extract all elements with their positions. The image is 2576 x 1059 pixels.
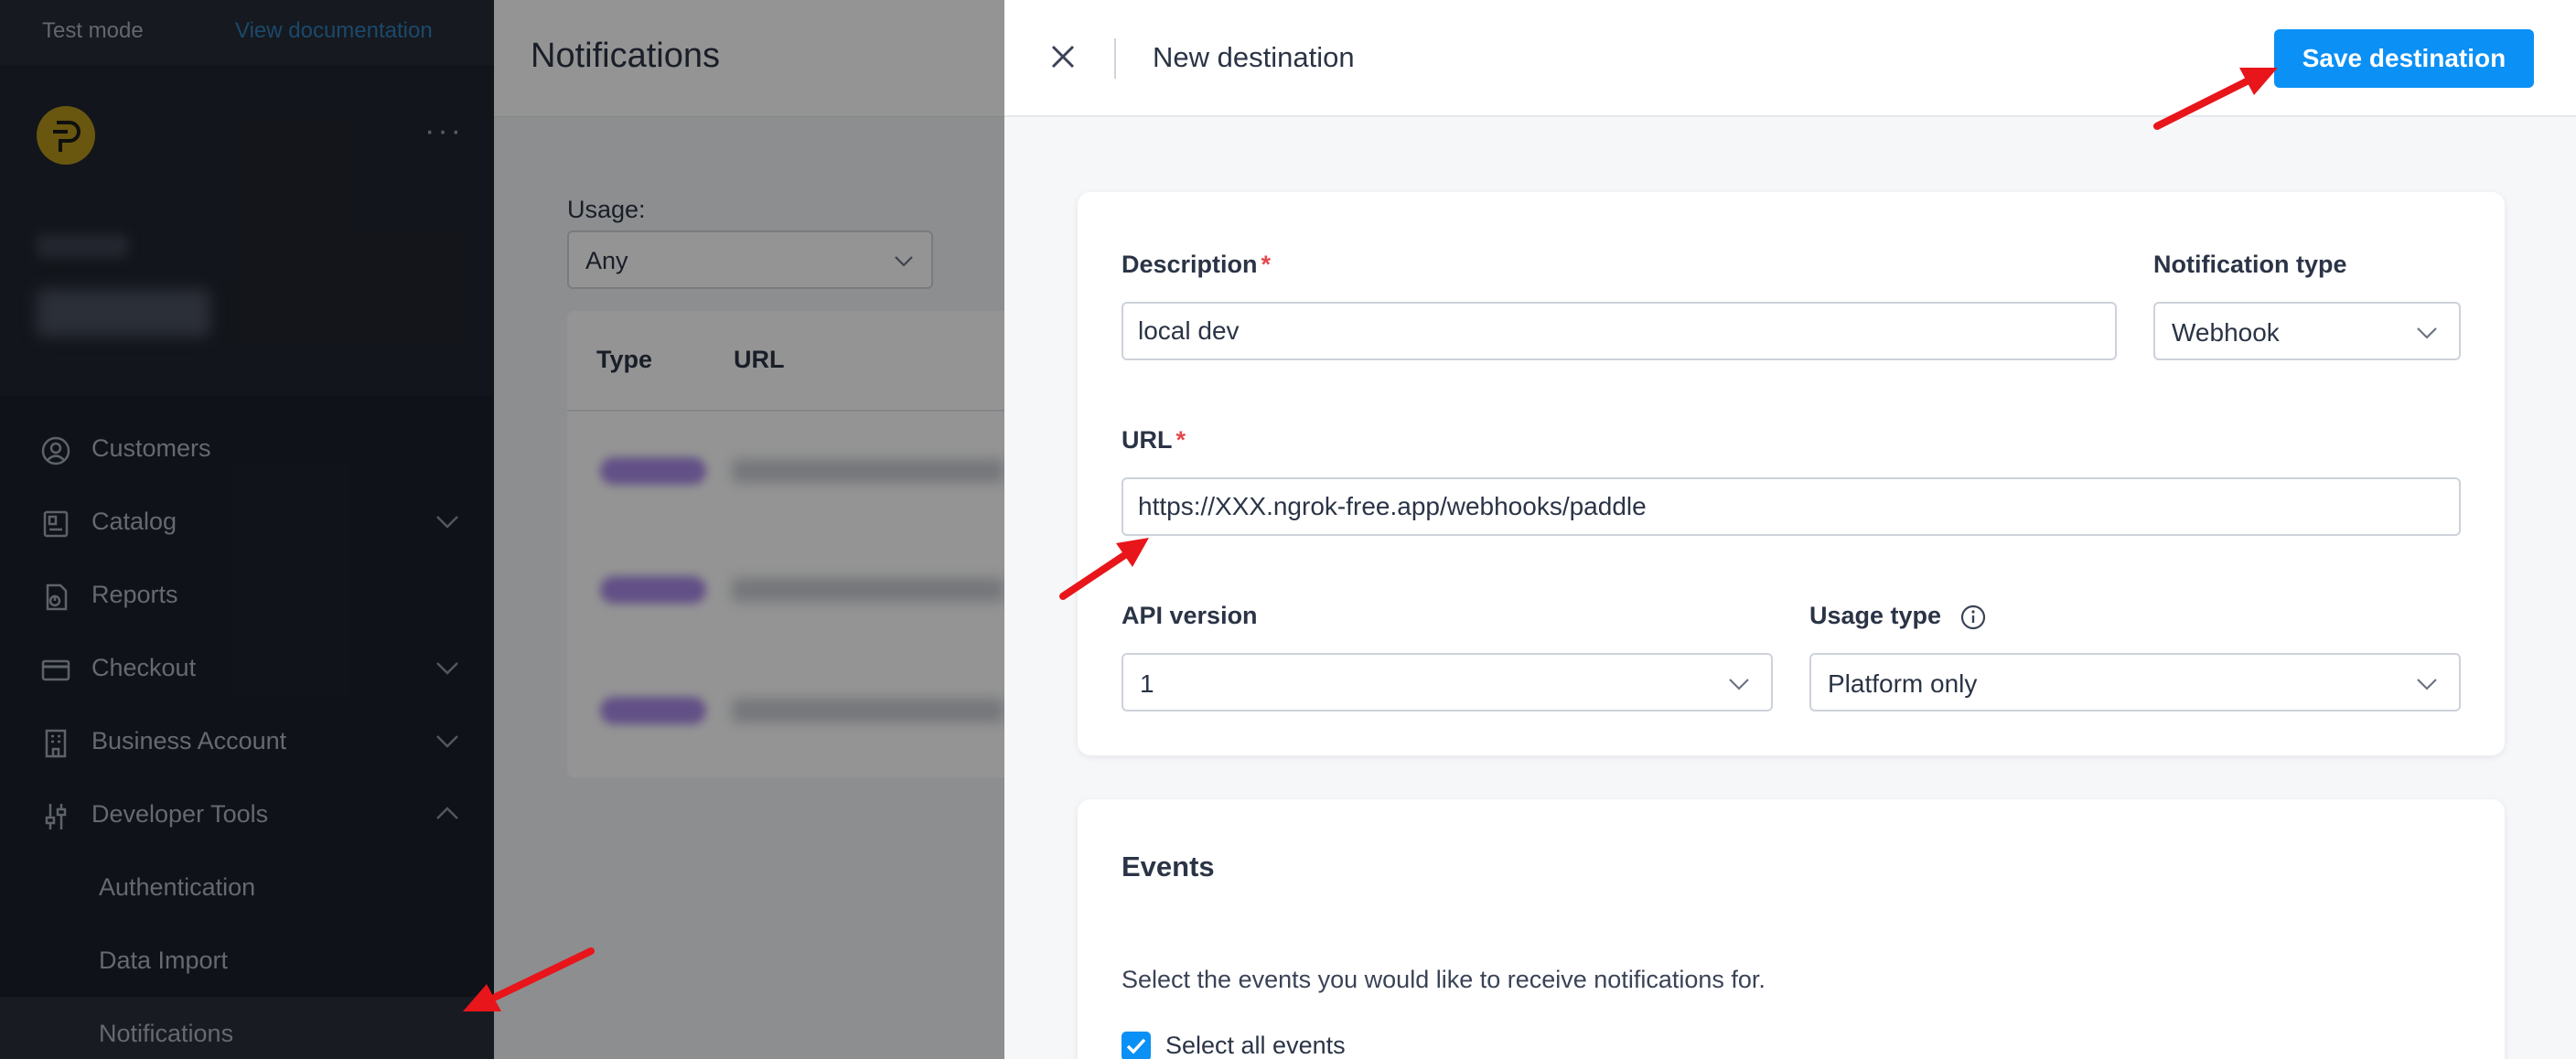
modal-backdrop[interactable] [0, 0, 1004, 1059]
url-field[interactable] [1122, 477, 2461, 536]
chevron-down-icon [1729, 679, 1749, 690]
annotation-arrow-icon [2153, 68, 2278, 130]
description-input[interactable] [1138, 304, 2100, 358]
api-version-label: API version [1122, 602, 1258, 629]
close-icon[interactable] [1046, 40, 1079, 73]
annotation-arrow-icon [1059, 538, 1149, 600]
select-all-events-checkbox[interactable] [1122, 1032, 1151, 1059]
usage-type-label: Usage type [1809, 602, 1942, 629]
chevron-down-icon [2417, 679, 2437, 690]
checkmark-icon [1126, 1038, 1146, 1054]
api-version-value: 1 [1140, 669, 1154, 698]
url-label-text: URL [1122, 426, 1173, 454]
annotation-arrow-icon [463, 947, 595, 1011]
info-icon[interactable] [1959, 604, 1987, 631]
notification-type-select[interactable]: Webhook [2153, 302, 2461, 360]
events-heading: Events [1122, 850, 1215, 882]
usage-type-select[interactable]: Platform only [1809, 653, 2461, 711]
url-input[interactable] [1138, 479, 2444, 534]
description-field[interactable] [1122, 302, 2117, 360]
select-all-events-label[interactable]: Select all events [1165, 1032, 1346, 1059]
usage-type-value: Platform only [1828, 669, 1978, 698]
notification-type-label: Notification type [2153, 251, 2347, 278]
drawer-title: New destination [1153, 41, 1355, 73]
events-card [1078, 799, 2505, 1059]
notification-type-value: Webhook [2172, 318, 2280, 347]
api-version-select[interactable]: 1 [1122, 653, 1773, 711]
save-destination-button[interactable]: Save destination [2274, 29, 2534, 88]
header-divider [1114, 38, 1116, 79]
required-marker: * [1175, 426, 1186, 454]
required-marker: * [1261, 251, 1272, 278]
chevron-down-icon [2417, 327, 2437, 339]
events-description: Select the events you would like to rece… [1122, 966, 1766, 993]
description-label-text: Description [1122, 251, 1258, 278]
description-label: Description * [1122, 251, 1271, 279]
url-label: URL * [1122, 426, 1186, 455]
